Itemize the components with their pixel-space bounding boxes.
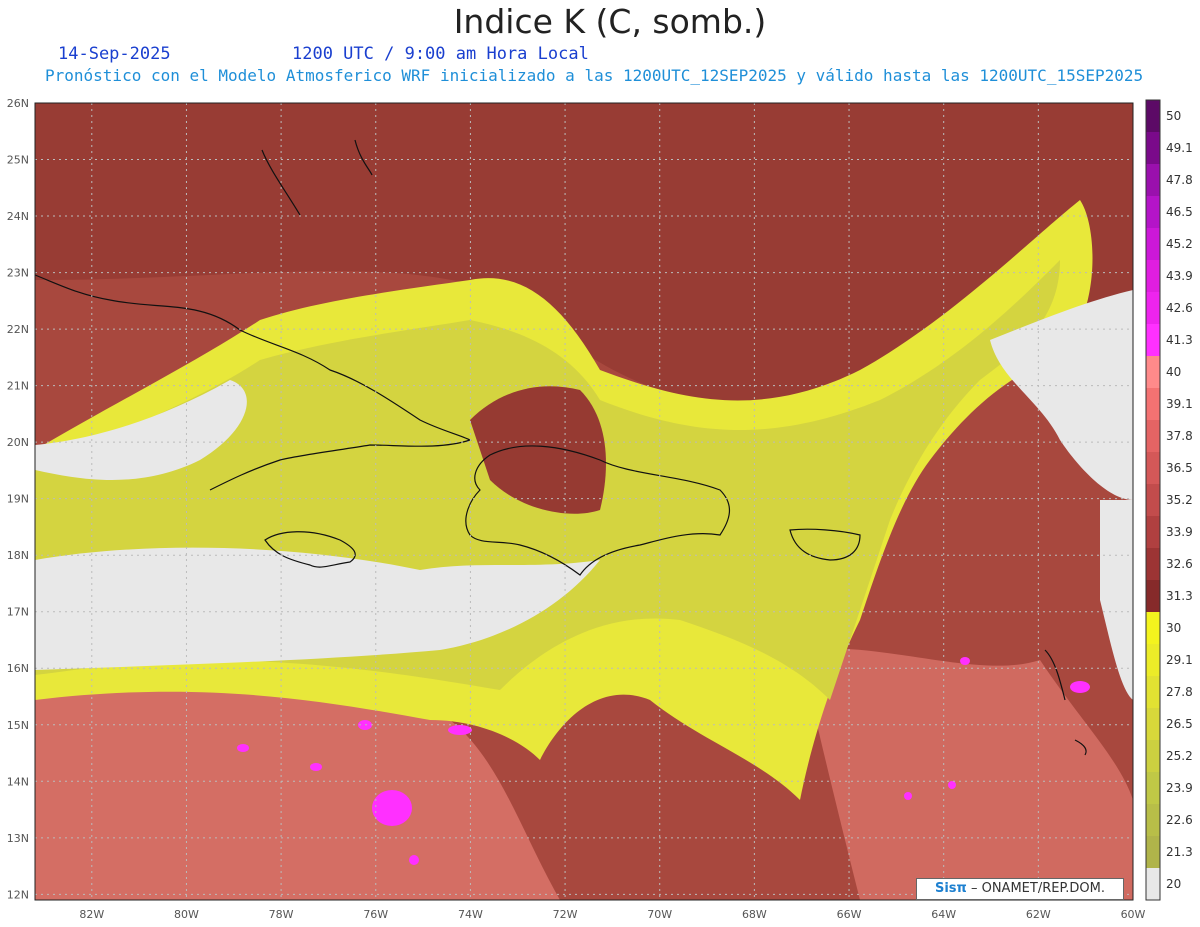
- longitude-labels: 82W 80W 78W 76W 74W 72W 70W 68W 66W 64W 62W 60W: [79, 908, 1145, 921]
- colorbar-label: 22.6: [1166, 813, 1193, 827]
- lon-label: 78W: [269, 908, 294, 921]
- lat-label: 13N: [7, 832, 29, 845]
- colorbar-swatch: [1146, 100, 1160, 133]
- colorbar-label: 36.5: [1166, 461, 1193, 475]
- colorbar-swatch: [1146, 804, 1160, 837]
- colorbar: [1145, 99, 1161, 901]
- lon-label: 68W: [742, 908, 767, 921]
- lat-label: 26N: [7, 97, 29, 110]
- colorbar-label: 49.1: [1166, 141, 1193, 155]
- lat-label: 21N: [7, 380, 29, 393]
- lon-label: 80W: [174, 908, 199, 921]
- k-index-map: 26N 25N 24N 23N 22N 21N 20N 19N 18N 17N 16N 15N 14N 1…: [7, 97, 1161, 921]
- colorbar-swatch: [1146, 516, 1160, 549]
- colorbar-label: 46.5: [1166, 205, 1193, 219]
- colorbar-swatch: [1146, 132, 1160, 165]
- lon-label: 70W: [647, 908, 672, 921]
- colorbar-label: 37.8: [1166, 429, 1193, 443]
- colorbar-swatch: [1146, 740, 1160, 773]
- colorbar-label: 21.3: [1166, 845, 1193, 859]
- lon-label: 64W: [931, 908, 956, 921]
- colorbar-label: 25.2: [1166, 749, 1193, 763]
- lat-label: 19N: [7, 493, 29, 506]
- map-field: [35, 103, 1133, 900]
- colorbar-label: 40: [1166, 365, 1182, 379]
- colorbar-label: 23.9: [1166, 781, 1193, 795]
- lat-label: 12N: [7, 888, 29, 901]
- lon-label: 76W: [363, 908, 388, 921]
- lon-label: 74W: [458, 908, 483, 921]
- colorbar-label: 20: [1166, 877, 1182, 891]
- colorbar-swatch: [1146, 484, 1160, 517]
- colorbar-label: 42.6: [1166, 301, 1193, 315]
- colorbar-label: 29.1: [1166, 653, 1193, 667]
- lon-label: 82W: [79, 908, 104, 921]
- colorbar-label: 50: [1166, 109, 1182, 123]
- colorbar-swatch: [1146, 580, 1160, 613]
- colorbar-swatch: [1146, 548, 1160, 581]
- lat-label: 18N: [7, 549, 29, 562]
- colorbar-swatch: [1146, 324, 1160, 357]
- colorbar-swatch: [1146, 196, 1160, 229]
- colorbar-swatch: [1146, 420, 1160, 453]
- colorbar-swatch: [1146, 228, 1160, 261]
- colorbar-swatch: [1146, 612, 1160, 645]
- colorbar-swatch: [1146, 260, 1160, 293]
- colorbar-swatch: [1146, 644, 1160, 677]
- colorbar-swatch: [1146, 836, 1160, 869]
- lat-label: 16N: [7, 662, 29, 675]
- colorbar-label: 31.3: [1166, 589, 1193, 603]
- colorbar-swatch: [1146, 388, 1160, 421]
- lon-label: 60W: [1121, 908, 1146, 921]
- colorbar-swatch: [1146, 772, 1160, 805]
- lon-label: 72W: [553, 908, 578, 921]
- lat-label: 23N: [7, 267, 29, 280]
- colorbar-label: 47.8: [1166, 173, 1193, 187]
- credit-text: – ONAMET/REP.DOM.: [970, 881, 1105, 896]
- lat-label: 15N: [7, 719, 29, 732]
- lat-label: 22N: [7, 323, 29, 336]
- colorbar-label: 35.2: [1166, 493, 1193, 507]
- lon-label: 62W: [1026, 908, 1051, 921]
- lat-label: 14N: [7, 775, 29, 788]
- colorbar-swatch: [1146, 292, 1160, 325]
- colorbar-label: 27.8: [1166, 685, 1193, 699]
- lon-label: 66W: [837, 908, 862, 921]
- sispi-logo: Sisπ: [934, 881, 967, 896]
- latitude-labels: 26N 25N 24N 23N 22N 21N 20N 19N 18N 17N 16N 15N 14N 1…: [7, 97, 29, 901]
- colorbar-label: 32.6: [1166, 557, 1193, 571]
- colorbar-label: 33.9: [1166, 525, 1193, 539]
- colorbar-swatch: [1146, 868, 1160, 901]
- colorbar-label: 30: [1166, 621, 1182, 635]
- colorbar-swatch: [1146, 356, 1160, 389]
- lat-label: 24N: [7, 210, 29, 223]
- colorbar-swatch: [1146, 164, 1160, 197]
- lat-label: 20N: [7, 436, 29, 449]
- credit-box: Sisπ – ONAMET/REP.DOM.: [916, 878, 1124, 900]
- colorbar-label: 41.3: [1166, 333, 1193, 347]
- lat-label: 25N: [7, 154, 29, 167]
- colorbar-swatch: [1146, 452, 1160, 485]
- colorbar-label: 39.1: [1166, 397, 1193, 411]
- lat-label: 17N: [7, 606, 29, 619]
- colorbar-swatch: [1146, 708, 1160, 741]
- colorbar-label: 26.5: [1166, 717, 1193, 731]
- colorbar-label: 43.9: [1166, 269, 1193, 283]
- colorbar-label: 45.2: [1166, 237, 1193, 251]
- colorbar-swatch: [1146, 676, 1160, 709]
